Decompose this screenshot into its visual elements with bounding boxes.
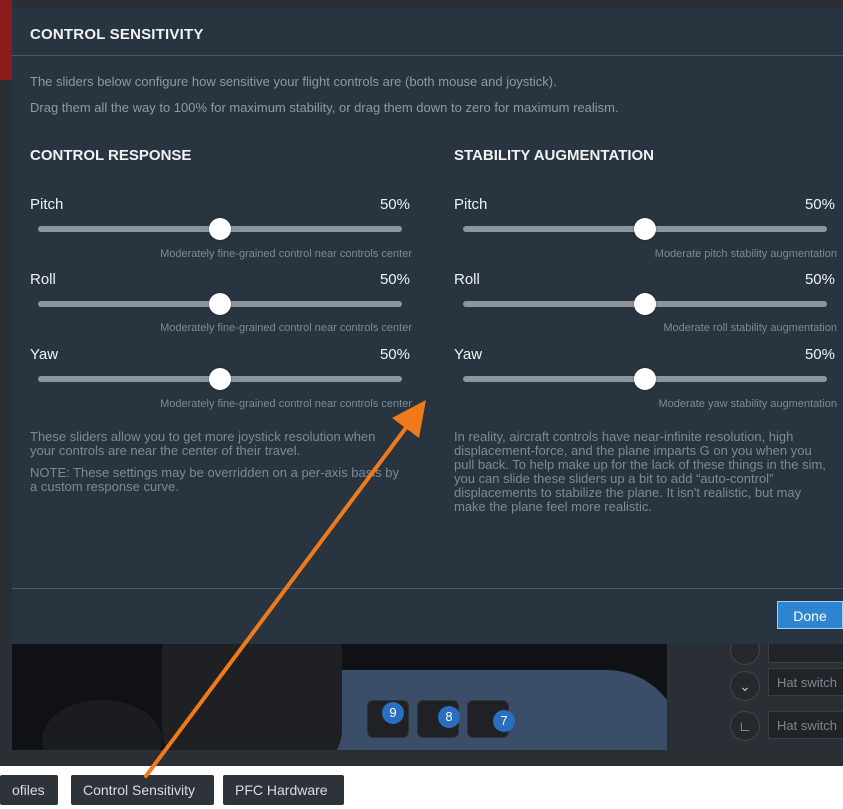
control-response-title: CONTROL RESPONSE: [30, 147, 192, 164]
tab-control-sensitivity[interactable]: Control Sensitivity: [71, 775, 214, 805]
stability-help: In reality, aircraft controls have near-…: [454, 429, 826, 514]
tab-profiles[interactable]: ofiles: [0, 775, 58, 805]
corner-icon[interactable]: ∟: [730, 711, 760, 741]
button-number-8[interactable]: 8: [438, 706, 460, 728]
slider-thumb[interactable]: [634, 368, 656, 390]
slider-thumb[interactable]: [634, 293, 656, 315]
joystick-preview: 9 8 7: [12, 640, 667, 750]
slider-value-roll: 50%: [379, 271, 410, 288]
left-accent-strip: [0, 0, 12, 80]
slider-hint: Moderately fine-grained control near con…: [160, 398, 412, 410]
slider-hint: Moderately fine-grained control near con…: [160, 322, 412, 334]
slider-hint: Moderately fine-grained control near con…: [160, 248, 412, 260]
slider-hint: Moderate yaw stability augmentation: [658, 398, 837, 410]
button-number-7[interactable]: 7: [493, 710, 515, 732]
slider-label-roll: Roll: [30, 271, 56, 288]
slider-hint: Moderate pitch stability augmentation: [654, 248, 837, 260]
button-number-9[interactable]: 9: [382, 702, 404, 724]
chevron-down-icon[interactable]: ⌄: [730, 671, 760, 701]
control-response-help: These sliders allow you to get more joys…: [30, 429, 376, 458]
slider-thumb[interactable]: [209, 368, 231, 390]
slider-label-yaw: Yaw: [30, 346, 59, 363]
slider-label-roll: Roll: [454, 271, 480, 288]
hat-switch-field[interactable]: Hat switch: [768, 711, 843, 739]
control-response-note: NOTE: These settings may be overridden o…: [30, 465, 399, 494]
slider-thumb[interactable]: [634, 218, 656, 240]
description-line-2: Drag them all the way to 100% for maximu…: [30, 100, 619, 115]
hat-switch-field[interactable]: Hat switch: [768, 668, 843, 696]
slider-hint: Moderate roll stability augmentation: [663, 322, 837, 334]
slider-value-pitch: 50%: [804, 196, 835, 213]
done-button[interactable]: Done: [777, 601, 843, 629]
description-line-1: The sliders below configure how sensitiv…: [30, 74, 557, 89]
slider-value-pitch: 50%: [379, 196, 410, 213]
slider-value-roll: 50%: [804, 271, 835, 288]
divider: [12, 588, 843, 589]
slider-label-yaw: Yaw: [454, 346, 483, 363]
divider: [12, 55, 843, 56]
control-sensitivity-dialog: CONTROL SENSITIVITY The sliders below co…: [12, 8, 843, 644]
stability-augmentation-title: STABILITY AUGMENTATION: [454, 147, 654, 164]
slider-value-yaw: 50%: [804, 346, 835, 363]
joystick-grip: [162, 640, 342, 750]
dialog-title: CONTROL SENSITIVITY: [30, 26, 204, 43]
slider-label-pitch: Pitch: [454, 196, 488, 213]
joystick-shadow: [42, 700, 162, 750]
slider-label-pitch: Pitch: [30, 196, 64, 213]
slider-value-yaw: 50%: [379, 346, 410, 363]
slider-thumb[interactable]: [209, 218, 231, 240]
tab-pfc-hardware[interactable]: PFC Hardware: [223, 775, 344, 805]
slider-thumb[interactable]: [209, 293, 231, 315]
